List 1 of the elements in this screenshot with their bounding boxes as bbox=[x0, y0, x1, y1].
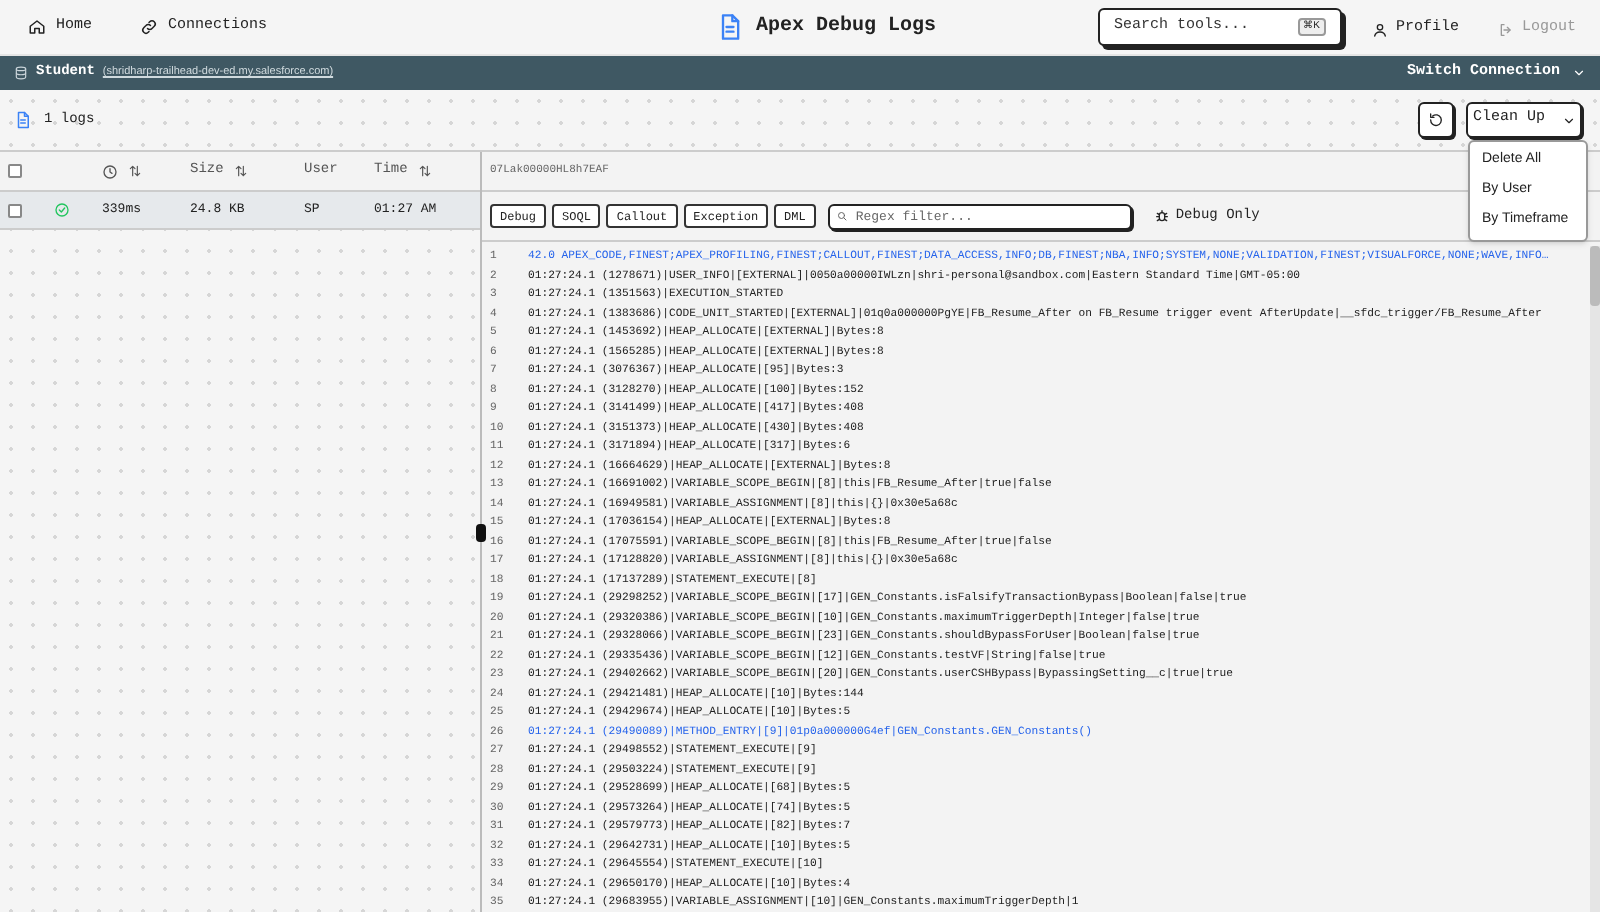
app-title: Apex Debug Logs bbox=[756, 13, 937, 42]
